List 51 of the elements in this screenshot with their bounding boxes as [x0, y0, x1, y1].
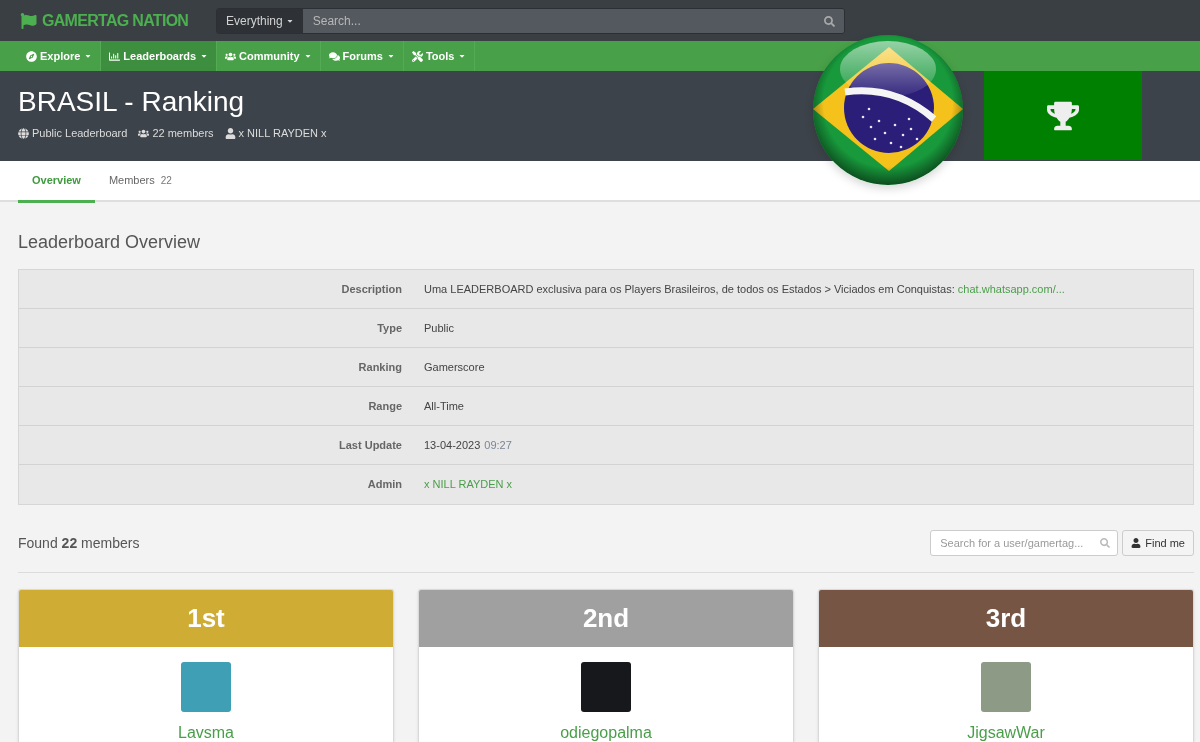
header-meta-text: Public Leaderboard: [32, 126, 128, 141]
caret-icon: [200, 52, 209, 60]
find-me-button[interactable]: Find me: [1122, 530, 1194, 556]
row-label: Last Update: [339, 437, 402, 453]
rank-heading: 1st: [19, 590, 393, 647]
globe-icon: [18, 127, 29, 139]
row-value: Public: [424, 320, 454, 336]
chat-link[interactable]: chat.whatsapp.com/...: [957, 282, 1065, 295]
member-search-field[interactable]: Search for a user/gamertag...: [930, 530, 1119, 556]
gamertag-link[interactable]: Lavsma: [178, 721, 234, 742]
users-icon: [138, 127, 150, 139]
chat-bubbles-icon: [328, 50, 340, 62]
tools-icon: [411, 50, 423, 62]
avatar-photo-placeholder: [981, 662, 1031, 712]
header-meta-text: 22 members: [152, 126, 214, 141]
flag-icon[interactable]: [20, 12, 37, 29]
row-label: Description: [341, 281, 402, 297]
header-meta-text: x NILL RAYDEN x: [238, 126, 327, 141]
page-tab[interactable]: Overview: [18, 161, 95, 203]
row-label: Admin: [367, 477, 402, 493]
caret-icon: [303, 52, 312, 60]
avatar-photo-placeholder: [181, 662, 231, 712]
avatar-photo-placeholder: [581, 662, 631, 712]
compass-icon: [26, 50, 37, 62]
caret-icon: [386, 52, 395, 60]
user-icon: [1131, 538, 1142, 548]
members-found-text: Found 22 members: [18, 533, 140, 553]
description-text: Uma LEADERBOARD exclusiva para os Players Brasileiros, de todos os Estados > Viciados em Conquistas: chat.whatsapp.com/...: [424, 281, 1065, 297]
nav-menu-item[interactable]: Leaderboards: [101, 41, 218, 71]
user-icon: [224, 127, 236, 139]
section-heading: Leaderboard Overview: [18, 231, 201, 254]
row-label: Range: [368, 398, 402, 414]
page-tab[interactable]: Members 22: [94, 161, 186, 203]
date-text: 13-04-2023: [424, 437, 481, 453]
users-icon: [225, 50, 237, 62]
row-value: All-Time: [424, 398, 464, 414]
gamertag-link[interactable]: JigsawWar: [967, 721, 1045, 742]
page-title: BRASIL - Ranking: [18, 85, 245, 119]
gamertag-link[interactable]: odiegopalma: [560, 721, 652, 742]
caret-icon: [84, 52, 93, 60]
row-value: Gamerscore: [424, 359, 485, 375]
rank-heading: 3rd: [819, 590, 1193, 647]
row-label: Ranking: [358, 359, 402, 375]
brand-name[interactable]: GAMERTAG NATION: [42, 8, 189, 33]
row-label: Type: [377, 320, 402, 336]
time-text: 09:27: [484, 437, 512, 453]
caret-icon: [458, 52, 467, 60]
rank-heading: 2nd: [419, 590, 793, 647]
search-icon[interactable]: [1100, 538, 1111, 548]
admin-link[interactable]: x NILL RAYDEN x: [424, 476, 513, 493]
bar-chart-icon: [109, 50, 121, 62]
